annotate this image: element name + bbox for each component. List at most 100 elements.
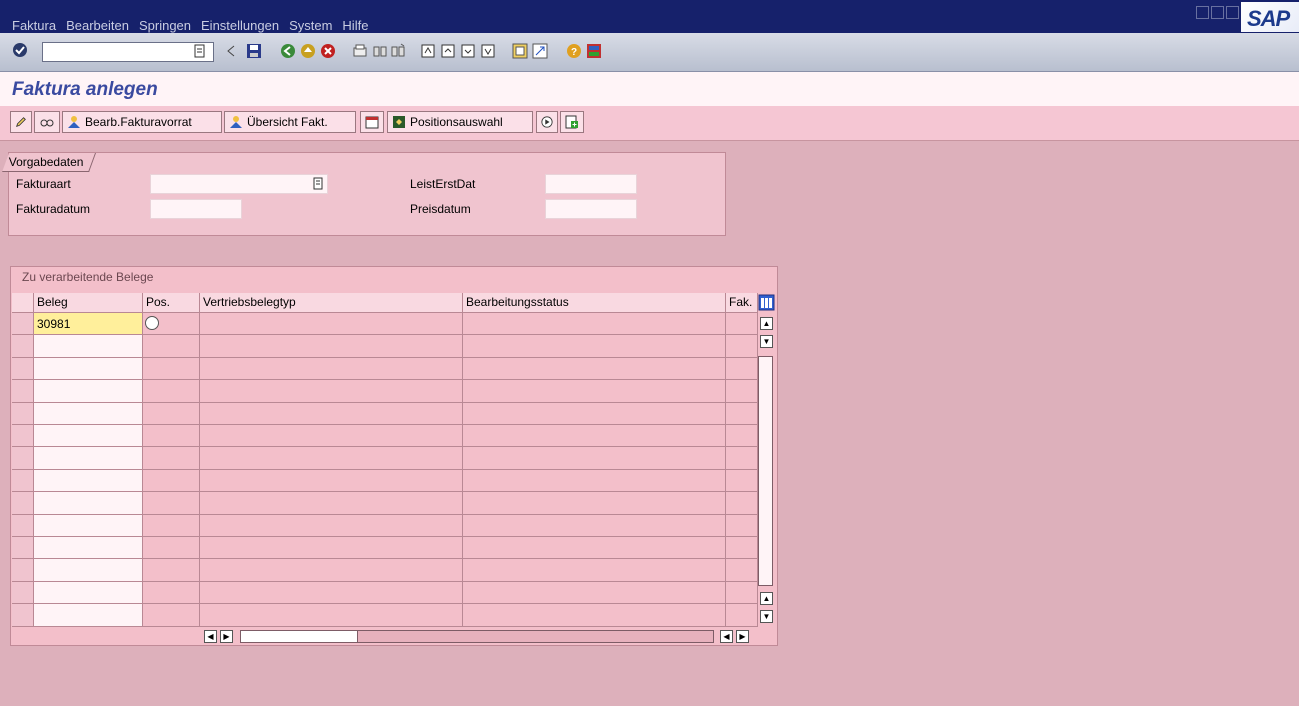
leisterstdat-input[interactable]: [545, 174, 637, 194]
minimize-icon[interactable]: [1196, 6, 1209, 19]
save-icon[interactable]: [246, 43, 262, 59]
column-header-fak[interactable]: Fak.: [726, 293, 758, 313]
menu-springen[interactable]: Springen: [139, 18, 191, 33]
cell-beleg[interactable]: [34, 425, 143, 447]
row-selector[interactable]: [12, 313, 34, 335]
cell-vertriebsbelegtyp: [200, 447, 463, 470]
cell-beleg[interactable]: [34, 335, 143, 358]
cell-pos: [143, 313, 200, 335]
scroll-left-icon[interactable]: ◀: [204, 630, 217, 643]
person-icon: [68, 116, 80, 128]
cell-pos: [143, 358, 200, 380]
cell-bearbeitungsstatus: [463, 559, 726, 582]
find-icon[interactable]: [372, 43, 388, 59]
positionsauswahl-button[interactable]: Positionsauswahl: [387, 111, 533, 133]
fakturaart-label: Fakturaart: [16, 177, 71, 191]
cell-beleg[interactable]: 30981: [34, 313, 143, 335]
cell-pos: [143, 380, 200, 403]
scroll-down-icon[interactable]: ▼: [760, 335, 773, 348]
item-details-icon[interactable]: [145, 316, 159, 330]
row-selector[interactable]: [12, 492, 34, 515]
row-selector[interactable]: [12, 447, 34, 470]
table-settings-icon[interactable]: [758, 294, 775, 311]
row-selector[interactable]: [12, 425, 34, 447]
last-page-icon[interactable]: [480, 43, 496, 59]
row-selector[interactable]: [12, 335, 34, 358]
maximize-icon[interactable]: [1211, 6, 1224, 19]
cell-bearbeitungsstatus: [463, 380, 726, 403]
next-page-icon[interactable]: [460, 43, 476, 59]
menu-faktura[interactable]: Faktura: [12, 18, 56, 33]
back-arrow-icon[interactable]: [226, 44, 236, 58]
find-next-icon[interactable]: [390, 43, 406, 59]
menu-einstellungen[interactable]: Einstellungen: [201, 18, 279, 33]
row-selector[interactable]: [12, 358, 34, 380]
menu-hilfe[interactable]: Hilfe: [342, 18, 368, 33]
horizontal-scroll-thumb[interactable]: [240, 630, 358, 643]
select-all-corner[interactable]: [12, 293, 34, 313]
menu-bearbeiten[interactable]: Bearbeiten: [66, 18, 129, 33]
menu-system[interactable]: System: [289, 18, 332, 33]
new-session-icon[interactable]: [512, 43, 528, 59]
fakturadatum-input[interactable]: [150, 199, 242, 219]
cell-beleg[interactable]: [34, 403, 143, 425]
cell-beleg[interactable]: [34, 559, 143, 582]
previous-page-icon[interactable]: [440, 43, 456, 59]
cell-beleg[interactable]: [34, 604, 143, 627]
cell-beleg[interactable]: [34, 515, 143, 537]
execute-button[interactable]: [536, 111, 558, 133]
layout-menu-icon[interactable]: [586, 43, 602, 59]
first-page-icon[interactable]: [420, 43, 436, 59]
scroll-page-down-icon[interactable]: ▼: [760, 610, 773, 623]
scroll-track[interactable]: [758, 356, 773, 586]
vorgabedaten-tab: Vorgabedaten: [2, 153, 96, 172]
row-selector[interactable]: [12, 515, 34, 537]
cell-beleg[interactable]: [34, 470, 143, 492]
positionsauswahl-label: Positionsauswahl: [410, 115, 503, 129]
shortcut-icon[interactable]: [532, 43, 548, 59]
close-icon[interactable]: [1226, 6, 1239, 19]
add-button[interactable]: [560, 111, 584, 133]
column-header-pos[interactable]: Pos.: [143, 293, 200, 313]
bearb-fakturavorrat-button[interactable]: Bearb.Fakturavorrat: [62, 111, 222, 133]
scroll-left-end-icon[interactable]: ◀: [720, 630, 733, 643]
fakturaart-input[interactable]: [150, 174, 328, 194]
row-selector[interactable]: [12, 403, 34, 425]
cell-beleg[interactable]: [34, 447, 143, 470]
exit-icon[interactable]: [300, 43, 316, 59]
command-field[interactable]: [42, 42, 214, 62]
row-selector[interactable]: [12, 470, 34, 492]
enter-check-icon[interactable]: [12, 42, 28, 58]
cell-fak: [726, 403, 758, 425]
cell-bearbeitungsstatus: [463, 335, 726, 358]
scroll-right-end-icon[interactable]: ▶: [736, 630, 749, 643]
scroll-up-icon[interactable]: ▲: [760, 317, 773, 330]
uebersicht-fakt-button[interactable]: Übersicht Fakt.: [224, 111, 356, 133]
cell-beleg[interactable]: [34, 358, 143, 380]
row-selector[interactable]: [12, 537, 34, 559]
display-button[interactable]: [34, 111, 60, 133]
scroll-right-icon[interactable]: ▶: [220, 630, 233, 643]
back-icon[interactable]: [280, 43, 296, 59]
row-selector[interactable]: [12, 380, 34, 403]
column-header-beleg[interactable]: Beleg: [34, 293, 143, 313]
cell-beleg[interactable]: [34, 582, 143, 604]
command-history-icon[interactable]: [194, 44, 206, 58]
row-selector[interactable]: [12, 604, 34, 627]
cell-beleg[interactable]: [34, 380, 143, 403]
cell-beleg[interactable]: [34, 537, 143, 559]
value-help-icon[interactable]: [313, 177, 323, 190]
column-header-vertriebsbelegtyp[interactable]: Vertriebsbelegtyp: [200, 293, 463, 313]
cell-beleg[interactable]: [34, 492, 143, 515]
cancel-icon[interactable]: [320, 43, 336, 59]
cell-fak: [726, 604, 758, 627]
preisdatum-input[interactable]: [545, 199, 637, 219]
calendar-button[interactable]: [360, 111, 384, 133]
change-button[interactable]: [10, 111, 32, 133]
print-icon[interactable]: [352, 43, 368, 59]
help-icon[interactable]: ?: [566, 43, 582, 59]
row-selector[interactable]: [12, 582, 34, 604]
row-selector[interactable]: [12, 559, 34, 582]
scroll-page-up-icon[interactable]: ▲: [760, 592, 773, 605]
column-header-bearbeitungsstatus[interactable]: Bearbeitungsstatus: [463, 293, 726, 313]
